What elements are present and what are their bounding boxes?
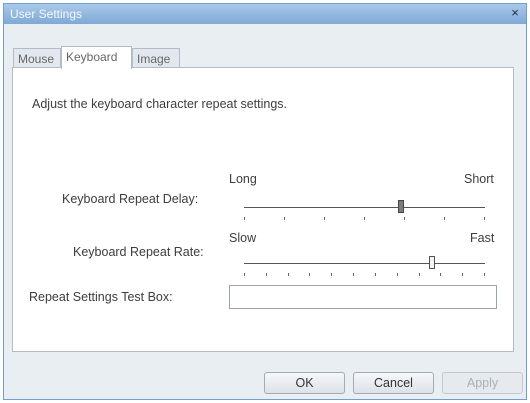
- slider-tick: [288, 273, 289, 276]
- rate-max-label: Fast: [470, 231, 495, 245]
- slider-tick: [364, 217, 365, 220]
- slider-tick: [440, 273, 441, 276]
- slider-tick: [244, 217, 245, 220]
- slider-tick: [484, 217, 485, 220]
- slider-tick: [353, 273, 354, 276]
- tab-mouse[interactable]: Mouse: [13, 48, 61, 68]
- slider-tick: [266, 273, 267, 276]
- slider-tick: [375, 273, 376, 276]
- title-bar[interactable]: User Settings ×: [4, 4, 526, 24]
- tab-image[interactable]: Image: [132, 48, 180, 68]
- apply-button[interactable]: Apply: [442, 372, 523, 394]
- slider-tick: [324, 217, 325, 220]
- delay-min-label: Long: [229, 172, 257, 186]
- repeat-delay-label: Keyboard Repeat Delay:: [62, 192, 199, 206]
- slider-track: [244, 263, 485, 264]
- panel-description: Adjust the keyboard character repeat set…: [32, 97, 288, 111]
- repeat-delay-slider[interactable]: [244, 197, 485, 220]
- slider-tick: [404, 217, 405, 220]
- slider-tick: [397, 273, 398, 276]
- rate-min-label: Slow: [229, 231, 257, 245]
- repeat-rate-slider[interactable]: [244, 253, 485, 276]
- slider-track: [244, 207, 485, 208]
- slider-tick: [419, 273, 420, 276]
- slider-tick: [484, 273, 485, 276]
- test-box-label: Repeat Settings Test Box:: [29, 290, 173, 304]
- window-title: User Settings: [10, 7, 83, 21]
- slider-tick: [462, 273, 463, 276]
- slider-thumb[interactable]: [429, 256, 435, 269]
- tab-keyboard[interactable]: Keyboard: [61, 46, 132, 69]
- slider-tick: [309, 273, 310, 276]
- slider-tick: [284, 217, 285, 220]
- slider-tick: [244, 273, 245, 276]
- slider-tick: [444, 217, 445, 220]
- slider-tick: [331, 273, 332, 276]
- delay-max-label: Short: [464, 172, 494, 186]
- slider-thumb[interactable]: [398, 200, 404, 213]
- repeat-rate-label: Keyboard Repeat Rate:: [73, 245, 204, 259]
- close-icon[interactable]: ×: [508, 6, 522, 20]
- test-box-input[interactable]: [229, 285, 497, 309]
- cancel-button[interactable]: Cancel: [353, 372, 434, 394]
- ok-button[interactable]: OK: [264, 372, 345, 394]
